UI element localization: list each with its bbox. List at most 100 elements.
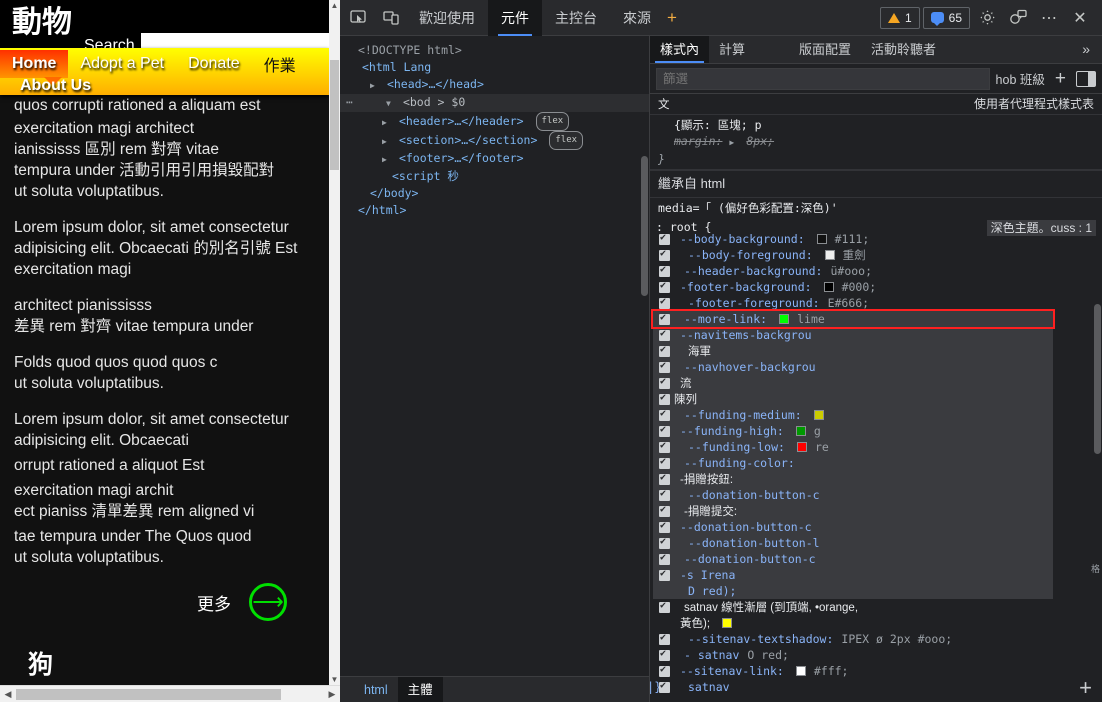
- styles-vertical-scrollbar[interactable]: [1093, 94, 1102, 674]
- declaration-checkbox[interactable]: [659, 599, 670, 613]
- var-row-4[interactable]: -footer-foreground: E#666;: [653, 295, 1053, 311]
- var-row-0[interactable]: --body-background: #111;: [653, 231, 1053, 247]
- expand-arrow-icon[interactable]: ▶: [370, 77, 380, 94]
- var-name[interactable]: --funding-color:: [684, 456, 795, 470]
- var-row-24[interactable]: 黃色);: [653, 615, 1053, 631]
- var-row-14[interactable]: --funding-color:: [653, 455, 1053, 471]
- var-value[interactable]: 重劍: [843, 247, 866, 263]
- close-icon[interactable]: ✕: [1066, 5, 1094, 31]
- feedback-icon[interactable]: [1004, 5, 1032, 31]
- declaration-checkbox[interactable]: [659, 231, 670, 245]
- declaration-checkbox[interactable]: [659, 551, 670, 565]
- var-row-5[interactable]: --more-link: lime: [651, 309, 1055, 329]
- var-name[interactable]: - satnav: [684, 648, 739, 662]
- var-value[interactable]: E#666;: [828, 296, 870, 310]
- more-options-icon[interactable]: ⋯: [1035, 5, 1063, 31]
- declaration-checkbox[interactable]: [659, 679, 670, 693]
- var-value[interactable]: re: [815, 440, 829, 454]
- var-name[interactable]: -捐贈按鈕:: [680, 471, 733, 487]
- var-name[interactable]: --sitenav-link:: [680, 664, 784, 678]
- color-swatch[interactable]: [824, 250, 835, 260]
- var-name[interactable]: 黃色);: [680, 615, 710, 631]
- nav-item-homework[interactable]: 作業: [252, 47, 308, 81]
- page-vertical-scrollbar[interactable]: ▲ ▼: [329, 0, 340, 685]
- declaration-checkbox[interactable]: [659, 327, 670, 341]
- var-name[interactable]: --sitenav-textshadow:: [688, 632, 833, 646]
- messages-badge[interactable]: 65: [922, 6, 970, 29]
- declaration-checkbox[interactable]: [659, 647, 670, 661]
- var-value[interactable]: g: [814, 424, 821, 438]
- tab-event-listeners[interactable]: 活動聆聽者: [861, 36, 946, 63]
- add-declaration-button[interactable]: +: [1079, 675, 1092, 701]
- declaration-checkbox[interactable]: [659, 343, 670, 357]
- new-style-rule-button[interactable]: +: [1051, 68, 1070, 90]
- breadcrumb-item-body[interactable]: 主體: [397, 676, 443, 702]
- declaration-checkbox[interactable]: [659, 567, 670, 581]
- color-swatch[interactable]: [722, 618, 733, 628]
- scroll-right-arrow-icon[interactable]: ▶: [324, 686, 340, 702]
- color-swatch[interactable]: [823, 282, 834, 292]
- declaration-checkbox[interactable]: [659, 279, 670, 293]
- tab-console[interactable]: 主控台: [542, 0, 610, 36]
- var-row-8[interactable]: --navhover-backgrou: [653, 359, 1053, 375]
- var-name[interactable]: --donation-button-c: [684, 552, 816, 566]
- color-swatch[interactable]: [795, 666, 806, 676]
- expand-arrow-icon[interactable]: ▶: [382, 114, 392, 131]
- sidebar-toggle-icon[interactable]: [1076, 70, 1096, 87]
- var-row-11[interactable]: --funding-medium:: [653, 407, 1053, 423]
- color-swatch[interactable]: [796, 442, 807, 452]
- tab-sources[interactable]: 來源: [610, 0, 664, 36]
- var-value[interactable]: #fff;: [814, 664, 849, 678]
- dom-vertical-scrollbar[interactable]: [640, 36, 649, 702]
- nav-item-adopt-a-pet[interactable]: Adopt a Pet: [68, 50, 176, 78]
- var-name[interactable]: -捐贈提交:: [684, 503, 737, 519]
- var-name[interactable]: --donation-button-c: [680, 520, 812, 534]
- var-value[interactable]: #000;: [842, 280, 877, 294]
- var-name[interactable]: --navhover-backgrou: [684, 360, 816, 374]
- var-row-20[interactable]: --donation-button-c: [653, 551, 1053, 567]
- declaration-checkbox[interactable]: [659, 407, 670, 421]
- var-row-6[interactable]: --navitems-backgrou: [653, 327, 1053, 343]
- var-name[interactable]: --funding-high:: [680, 424, 784, 438]
- color-swatch[interactable]: [795, 426, 806, 436]
- styles-vscroll-thumb[interactable]: [1094, 304, 1101, 454]
- var-name[interactable]: --funding-medium:: [684, 408, 802, 422]
- dom-line-html-close[interactable]: </html>: [340, 202, 649, 219]
- declaration-checkbox[interactable]: [659, 439, 670, 453]
- declaration-checkbox[interactable]: [659, 471, 670, 485]
- var-row-7[interactable]: 海軍: [653, 343, 1053, 359]
- declaration-checkbox[interactable]: [659, 375, 670, 389]
- var-row-10[interactable]: 陳列: [653, 391, 1053, 407]
- collapse-arrow-icon[interactable]: ▼: [386, 95, 396, 112]
- more-tabs-chevron-icon[interactable]: »: [1070, 36, 1102, 63]
- prop-value-margin[interactable]: 8px;: [746, 134, 774, 148]
- var-name[interactable]: 海軍: [688, 343, 711, 359]
- dom-ellipsis-icon[interactable]: ⋯: [346, 94, 353, 111]
- dom-line-body-close[interactable]: </body>: [340, 185, 649, 202]
- breadcrumb-item-html[interactable]: html: [354, 677, 398, 702]
- declaration-checkbox[interactable]: [659, 487, 670, 501]
- var-row-17[interactable]: -捐贈提交:: [653, 503, 1053, 519]
- tab-styles[interactable]: 樣式內: [650, 36, 710, 63]
- declaration-checkbox[interactable]: [659, 263, 670, 277]
- var-name[interactable]: --body-background:: [680, 232, 805, 246]
- add-panel-button[interactable]: +: [667, 8, 677, 28]
- expand-arrow-icon[interactable]: ▶: [729, 135, 739, 151]
- dom-line-body-selected[interactable]: ⋯ ▼ <bod > $0: [340, 94, 649, 112]
- gear-icon[interactable]: [973, 5, 1001, 31]
- var-name[interactable]: --more-link:: [684, 312, 767, 326]
- var-name[interactable]: satnav: [688, 680, 730, 694]
- flex-badge[interactable]: flex: [535, 112, 570, 131]
- dom-line-footer[interactable]: ▶ <footer>…</footer>: [340, 150, 649, 168]
- declaration-checkbox[interactable]: [659, 311, 670, 325]
- nav-item-donate[interactable]: Donate: [176, 50, 252, 78]
- tab-layout[interactable]: 版面配置: [789, 36, 861, 63]
- var-name[interactable]: -footer-foreground:: [688, 296, 820, 310]
- var-value[interactable]: lime: [797, 312, 825, 326]
- var-value[interactable]: ü#ooo;: [830, 264, 872, 278]
- declaration-checkbox[interactable]: [659, 391, 670, 405]
- scroll-left-arrow-icon[interactable]: ◀: [0, 686, 16, 702]
- declaration-checkbox[interactable]: [659, 535, 670, 549]
- warnings-badge[interactable]: 1: [879, 6, 920, 29]
- nav-item-about-us[interactable]: About Us: [20, 77, 91, 95]
